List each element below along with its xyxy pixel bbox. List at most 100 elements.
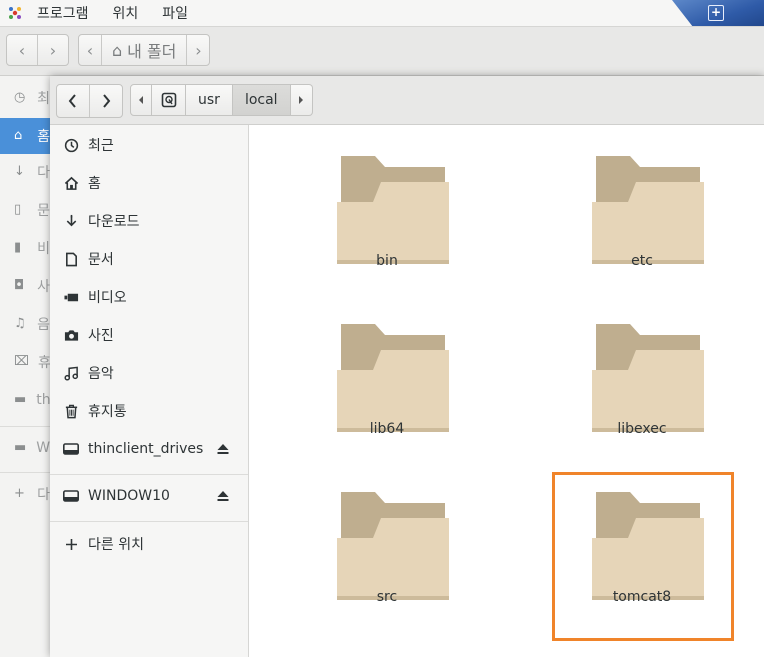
triangle-left-icon <box>139 96 143 104</box>
nav-buttons <box>56 84 123 118</box>
bg-path-right-arrow[interactable]: › <box>187 35 209 65</box>
folder-item-bin[interactable]: bin <box>312 132 462 282</box>
menu-places[interactable]: 위치 <box>113 3 139 23</box>
bg-sidebar-item[interactable]: ▬ W <box>0 430 50 466</box>
sidebar-item-label: 최근 <box>88 138 114 154</box>
path-root-button[interactable] <box>152 84 186 116</box>
highlight-box-tomcat8 <box>552 472 734 641</box>
home-icon <box>63 175 79 191</box>
bg-sidebar-label: W <box>36 440 51 456</box>
disk-root-icon <box>161 92 176 108</box>
sidebar-item-label: 다른 위치 <box>88 537 144 553</box>
sidebar-item-thinclient-drives[interactable]: thinclient_drives <box>50 431 248 467</box>
sidebar-item-recent[interactable]: 최근 <box>50 127 248 163</box>
sidebar-item-label: 비디오 <box>88 290 127 306</box>
sidebar-item-label: 문서 <box>88 252 114 268</box>
bg-sidebar-item[interactable]: ♫ 음 <box>0 306 50 342</box>
bg-sidebar-item[interactable]: ⌧ 휴 <box>0 344 51 380</box>
home-icon: ⌂ <box>14 128 23 143</box>
document-icon: ▯ <box>14 202 22 217</box>
sidebar-item-trash[interactable]: 휴지통 <box>50 393 248 429</box>
sidebar-item-documents[interactable]: 문서 <box>50 241 248 277</box>
bg-path-home[interactable]: ⌂ 내 폴더 <box>102 35 188 65</box>
sidebar-item-home[interactable]: 홈 <box>50 165 248 201</box>
bg-sidebar-label: th <box>36 392 51 408</box>
path-scroll-right-button[interactable] <box>290 84 313 116</box>
sidebar-item-music[interactable]: 음악 <box>50 355 248 391</box>
bg-sidebar-label: 휴 <box>38 355 51 371</box>
bg-sidebar-label: 사 <box>37 279 50 295</box>
sidebar-item-pictures[interactable]: 사진 <box>50 317 248 353</box>
bg-back-button[interactable]: ‹ <box>7 35 38 65</box>
bg-sidebar-item[interactable]: ◷ 최 <box>0 80 50 116</box>
menu-programs[interactable]: 프로그램 <box>37 3 89 23</box>
path-segment-local[interactable]: local <box>232 84 291 116</box>
plus-icon: + <box>708 5 724 21</box>
folder-item-libexec[interactable]: libexec <box>567 300 717 450</box>
path-segment-usr[interactable]: usr <box>186 84 233 116</box>
bg-sidebar-item[interactable]: ◘ 사 <box>0 268 50 304</box>
chevron-left-icon <box>68 94 76 108</box>
bg-sidebar-separator <box>0 472 50 473</box>
bg-forward-button[interactable]: › <box>38 35 68 65</box>
music-icon <box>63 365 79 381</box>
bg-sidebar-label: 홈 <box>37 129 50 145</box>
folder-name: libexec <box>617 421 667 437</box>
folder-item-src[interactable]: src <box>312 468 462 618</box>
eject-icon[interactable] <box>216 442 230 456</box>
forward-button[interactable] <box>90 85 122 117</box>
folder-item-etc[interactable]: etc <box>567 132 717 282</box>
background-sidebar: ◷ 최 ⌂ 홈 ↓ 다 ▯ 문 ▮ 비 ◘ 사 ♫ 음 ⌧ 휴 ▬ th ▬ W + 다 <box>0 76 51 657</box>
bg-sidebar-item[interactable]: ▯ 문 <box>0 192 50 228</box>
sidebar-item-videos[interactable]: 비디오 <box>50 279 248 315</box>
folder-name: bin <box>376 253 398 269</box>
download-icon: ↓ <box>14 164 25 179</box>
background-path-bar: ‹ ⌂ 내 폴더 › <box>78 34 211 66</box>
bg-sidebar-item[interactable]: + 다 <box>0 476 50 512</box>
video-icon: ▮ <box>14 240 22 255</box>
home-icon: ⌂ <box>112 40 123 60</box>
bg-path-label: 내 폴더 <box>127 42 177 61</box>
menu-file[interactable]: 파일 <box>162 3 188 23</box>
bg-path-left-arrow[interactable]: ‹ <box>79 35 102 65</box>
path-scroll-left-button[interactable] <box>130 84 152 116</box>
sidebar-item-label: WINDOW10 <box>88 488 170 504</box>
folder-name: lib64 <box>369 421 405 437</box>
folder-icon <box>337 324 449 432</box>
bg-sidebar-item[interactable]: ▬ th <box>0 382 51 418</box>
sidebar-item-label: 휴지통 <box>88 404 127 420</box>
background-window-header: ‹ › ‹ ⌂ 내 폴더 › <box>0 27 764 76</box>
corner-indicator[interactable]: + <box>672 0 764 26</box>
back-button[interactable] <box>57 85 90 117</box>
bg-sidebar-label: 비 <box>37 241 50 257</box>
sidebar-item-downloads[interactable]: 다운로드 <box>50 203 248 239</box>
folder-icon <box>337 156 449 264</box>
bg-sidebar-item[interactable]: ↓ 다 <box>0 154 50 190</box>
download-icon <box>63 213 79 229</box>
video-icon <box>63 289 79 305</box>
drive-icon: ▬ <box>14 392 27 407</box>
folder-icon <box>592 324 704 432</box>
clock-icon: ◷ <box>14 90 26 105</box>
top-menubar: 프로그램 위치 파일 + <box>0 0 764 27</box>
plus-icon: + <box>14 486 25 501</box>
folder-item-lib64[interactable]: lib64 <box>312 300 462 450</box>
folder-icon <box>592 156 704 264</box>
window-header: usr local <box>50 76 764 125</box>
bg-sidebar-separator <box>0 426 50 427</box>
chevron-right-icon <box>103 94 111 108</box>
bg-sidebar-label: 다 <box>37 487 50 503</box>
sidebar-item-other-locations[interactable]: 다른 위치 <box>50 526 248 562</box>
folder-name: etc <box>631 253 653 269</box>
eject-icon[interactable] <box>216 489 230 503</box>
sidebar-item-window10[interactable]: WINDOW10 <box>50 478 248 514</box>
bg-sidebar-label: 음 <box>37 317 50 333</box>
gnome-apps-icon[interactable] <box>7 5 23 21</box>
bg-sidebar-item[interactable]: ▮ 비 <box>0 230 50 266</box>
path-bar: usr local <box>130 84 313 116</box>
bg-sidebar-item-active[interactable]: ⌂ 홈 <box>0 118 50 154</box>
folder-icon <box>337 492 449 600</box>
sidebar-item-label: 홈 <box>88 176 101 192</box>
drive-icon <box>63 488 79 504</box>
camera-icon: ◘ <box>14 278 25 293</box>
